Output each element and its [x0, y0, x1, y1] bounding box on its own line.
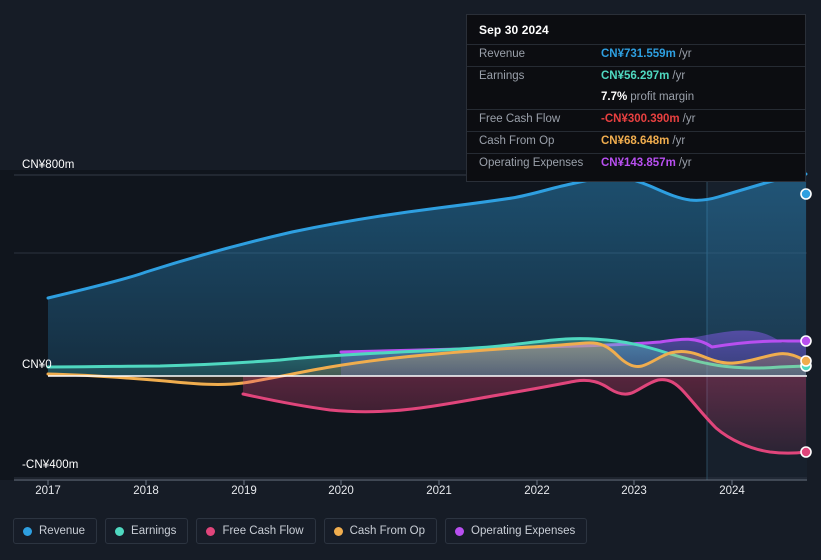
legend-dot-revenue-icon	[23, 526, 32, 536]
tooltip-value-revenue: CN¥731.559m	[601, 48, 676, 60]
revenue-endpoint-marker[interactable]	[800, 188, 812, 200]
y-axis-label-zero: CN¥0	[22, 359, 52, 371]
tooltip-row-earnings: Earnings CN¥56.297m /yr	[467, 66, 805, 88]
financials-chart-page: CN¥800m CN¥0 -CN¥400m 2017 2018 2019 202…	[0, 0, 821, 560]
free-cash-flow-endpoint-marker[interactable]	[800, 446, 812, 458]
tooltip-value-operating-expenses: CN¥143.857m	[601, 157, 676, 169]
tooltip-label-earnings: Earnings	[479, 70, 525, 82]
y-axis-label-max: CN¥800m	[22, 159, 75, 171]
tooltip-row-free-cash-flow: Free Cash Flow -CN¥300.390m /yr	[467, 109, 805, 131]
legend-item-operating-expenses[interactable]: Operating Expenses	[445, 518, 588, 544]
x-axis-label-2022: 2022	[524, 485, 550, 497]
tooltip-suffix-cash-from-op: /yr	[672, 135, 686, 147]
tooltip-row-cash-from-op: Cash From Op CN¥68.648m /yr	[467, 131, 805, 153]
tooltip-suffix-profit-margin: profit margin	[630, 91, 695, 103]
chart-tooltip: Sep 30 2024 Revenue CN¥731.559m /yr Earn…	[466, 14, 806, 182]
chart-legend: Revenue Earnings Free Cash Flow Cash Fro…	[13, 518, 588, 544]
legend-label-operating-expenses: Operating Expenses	[471, 525, 576, 537]
legend-dot-free-cash-flow-icon	[206, 526, 216, 536]
cash-from-op-endpoint-marker[interactable]	[800, 355, 812, 367]
legend-item-cash-from-op[interactable]: Cash From Op	[323, 518, 438, 544]
tooltip-label-operating-expenses: Operating Expenses	[479, 157, 584, 169]
legend-label-cash-from-op: Cash From Op	[349, 525, 426, 537]
legend-item-earnings[interactable]: Earnings	[105, 518, 189, 544]
tooltip-label-free-cash-flow: Free Cash Flow	[479, 113, 561, 125]
x-axis-label-2023: 2023	[621, 485, 647, 497]
operating-expenses-endpoint-marker[interactable]	[800, 335, 812, 347]
tooltip-suffix-operating-expenses: /yr	[678, 157, 692, 169]
tooltip-label-revenue: Revenue	[479, 48, 526, 60]
tooltip-row-operating-expenses: Operating Expenses CN¥143.857m /yr	[467, 153, 805, 175]
legend-item-revenue[interactable]: Revenue	[13, 518, 98, 544]
legend-dot-cash-from-op-icon	[333, 526, 343, 536]
tooltip-suffix-earnings: /yr	[672, 70, 686, 82]
legend-label-earnings: Earnings	[131, 525, 177, 537]
x-axis-label-2020: 2020	[328, 485, 354, 497]
x-axis-label-2024: 2024	[719, 485, 745, 497]
tooltip-value-cash-from-op: CN¥68.648m	[601, 135, 670, 147]
tooltip-value-profit-margin: 7.7%	[601, 91, 628, 103]
legend-item-free-cash-flow[interactable]: Free Cash Flow	[196, 518, 316, 544]
legend-label-revenue: Revenue	[39, 525, 86, 537]
legend-dot-operating-expenses-icon	[455, 526, 465, 536]
legend-dot-earnings-icon	[115, 526, 125, 536]
x-axis-label-2021: 2021	[426, 485, 452, 497]
tooltip-row-profit-margin: 7.7% profit margin	[467, 88, 805, 109]
x-axis-label-2019: 2019	[231, 485, 257, 497]
x-axis-label-2018: 2018	[133, 485, 159, 497]
legend-label-free-cash-flow: Free Cash Flow	[222, 525, 304, 537]
tooltip-suffix-free-cash-flow: /yr	[682, 113, 696, 125]
tooltip-label-cash-from-op: Cash From Op	[479, 135, 555, 147]
tooltip-value-free-cash-flow: -CN¥300.390m	[601, 113, 680, 125]
x-axis-label-2017: 2017	[35, 485, 61, 497]
y-axis-label-min: -CN¥400m	[22, 459, 79, 471]
tooltip-date: Sep 30 2024	[479, 23, 549, 37]
tooltip-value-earnings: CN¥56.297m	[601, 70, 670, 82]
tooltip-row-revenue: Revenue CN¥731.559m /yr	[467, 44, 805, 66]
tooltip-suffix-revenue: /yr	[678, 48, 692, 60]
